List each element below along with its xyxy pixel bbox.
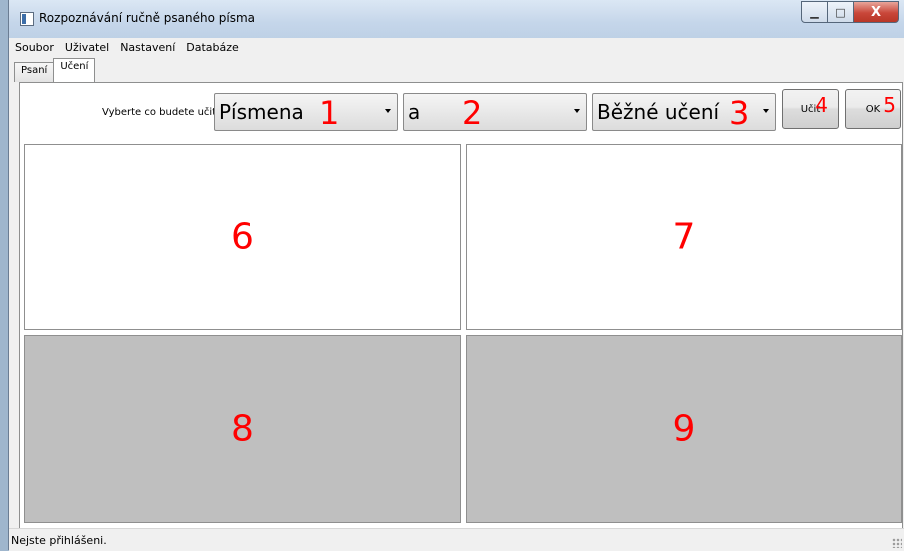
marker-8: 8	[231, 408, 254, 450]
marker-3: 3	[729, 94, 750, 132]
marker-4: 4	[815, 93, 828, 117]
window-title: Rozpoznávání ručně psaného písma	[39, 11, 256, 25]
category-combo-value: Písmena	[219, 100, 304, 124]
menu-databaze[interactable]: Databáze	[180, 41, 244, 54]
main-window: Rozpoznávání ručně psaného písma ▁ □ X S…	[8, 0, 904, 551]
tab-bar: Psaní Učení	[14, 58, 96, 82]
title-bar[interactable]: Rozpoznávání ručně psaného písma ▁ □ X	[9, 0, 904, 38]
ok-button[interactable]: OK 5	[845, 89, 901, 129]
marker-2: 2	[462, 94, 483, 132]
close-button[interactable]: X	[854, 1, 899, 23]
learn-button[interactable]: Učit 4	[782, 89, 839, 129]
minimize-button[interactable]: ▁	[801, 1, 828, 23]
character-combo[interactable]: a 2	[403, 93, 587, 132]
app-icon[interactable]	[20, 12, 34, 26]
tab-uceni[interactable]: Učení	[53, 58, 96, 82]
status-bar: Nejste přihlášeni.	[9, 528, 904, 551]
marker-5: 5	[883, 93, 896, 117]
character-combo-value: a	[408, 100, 421, 124]
drawing-canvas-6[interactable]: 6	[24, 144, 461, 330]
preview-canvas-7: 7	[466, 144, 902, 330]
caption-buttons: ▁ □ X	[801, 1, 899, 23]
login-status-text: Nejste přihlášeni.	[11, 534, 107, 547]
menu-nastaveni[interactable]: Nastavení	[114, 41, 180, 54]
chevron-down-icon	[574, 109, 580, 113]
learning-mode-combo[interactable]: Běžné učení 3	[592, 93, 776, 132]
maximize-button[interactable]: □	[828, 1, 854, 23]
chevron-down-icon	[385, 109, 391, 113]
marker-7: 7	[672, 216, 696, 258]
marker-1: 1	[319, 94, 340, 132]
marker-6: 6	[231, 216, 254, 258]
select-prompt-label: Vyberte co budete učit:	[102, 107, 220, 118]
chevron-down-icon	[763, 109, 769, 113]
marker-9: 9	[672, 408, 696, 450]
tab-panel-uceni: Vyberte co budete učit: Písmena 1 a 2 Bě…	[19, 82, 903, 529]
category-combo[interactable]: Písmena 1	[214, 93, 398, 132]
result-panel-8: 8	[24, 335, 461, 523]
learning-mode-combo-value: Běžné učení	[597, 100, 720, 124]
result-panel-9: 9	[466, 335, 902, 523]
menu-bar: Soubor Uživatel Nastavení Databáze	[9, 38, 904, 57]
menu-uzivatel[interactable]: Uživatel	[59, 41, 114, 54]
ok-button-label: OK	[865, 103, 881, 115]
tab-psani[interactable]: Psaní	[14, 62, 55, 82]
resize-grip-icon[interactable]	[892, 538, 902, 548]
menu-soubor[interactable]: Soubor	[9, 41, 59, 54]
